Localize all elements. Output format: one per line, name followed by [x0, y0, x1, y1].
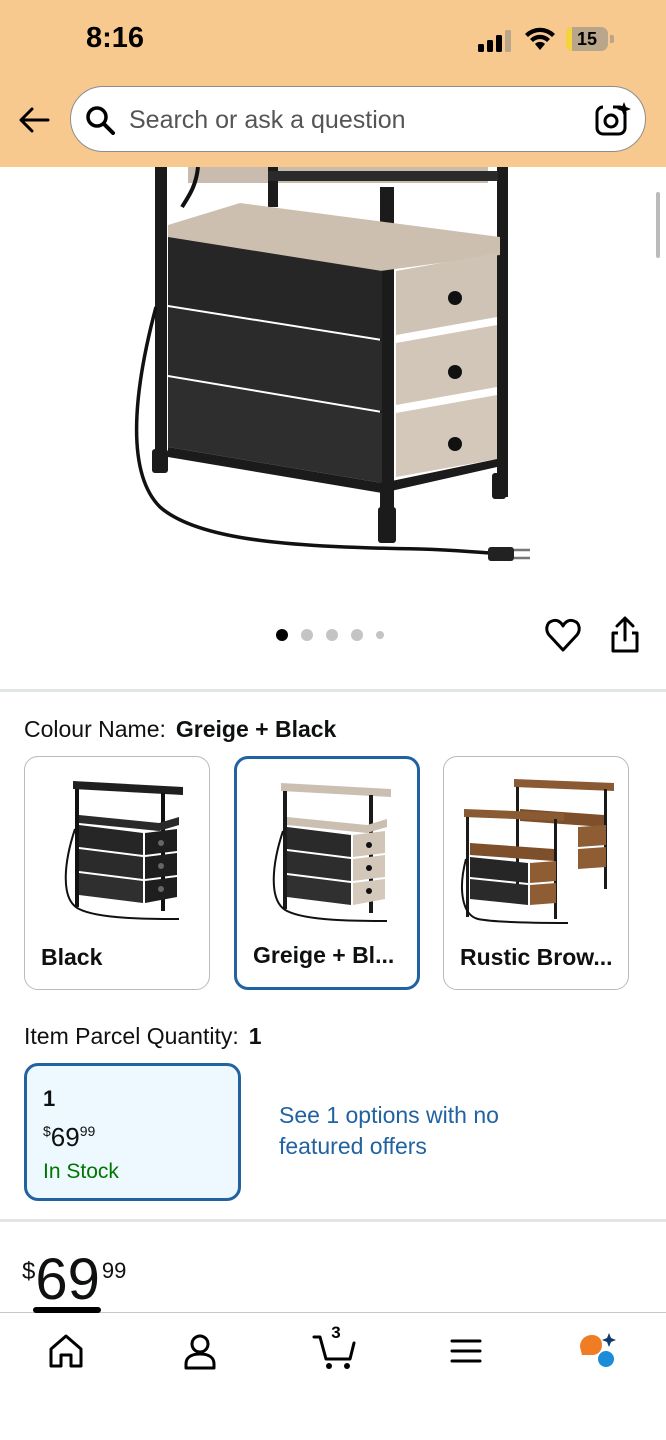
see-options-link[interactable]: See 1 options with no featured offers: [279, 1100, 539, 1162]
home-icon[interactable]: [46, 1331, 86, 1371]
status-time: 8:16: [86, 22, 145, 54]
app-header: 8:16 15 Search or ask a question: [0, 0, 666, 167]
product-image[interactable]: [0, 167, 666, 597]
black-nightstand-thumbnail: [64, 781, 183, 920]
colour-option-label: Rustic Brow...: [460, 944, 613, 970]
greige-nightstand-thumbnail: [272, 783, 391, 922]
quantity-option-price: $6999: [43, 1122, 96, 1152]
parcel-quantity-row: Item Parcel Quantity: 1: [24, 1023, 262, 1050]
colour-name-row: Colour Name: Greige + Black: [24, 716, 336, 743]
colour-option-label: Greige + Bl...: [253, 942, 395, 968]
pagination-dot[interactable]: [276, 629, 288, 641]
price-fraction: 99: [101, 1258, 127, 1283]
account-icon[interactable]: [180, 1331, 220, 1371]
camera-lens-icon[interactable]: [595, 101, 631, 137]
cellular-signal-icon: [478, 30, 511, 52]
section-divider: [0, 689, 666, 692]
share-icon[interactable]: [606, 616, 644, 654]
product-price: $ 69 99: [22, 1248, 126, 1312]
pagination-dot[interactable]: [351, 629, 363, 641]
parcel-quantity-label: Item Parcel Quantity:: [24, 1023, 239, 1049]
bottom-navigation: 3: [0, 1307, 666, 1440]
back-arrow-icon: [19, 107, 50, 133]
active-tab-indicator: [33, 1307, 101, 1313]
battery-icon: 15: [566, 27, 614, 51]
colour-option-greige-black[interactable]: Greige + Bl...: [234, 756, 420, 990]
quantity-option-card[interactable]: 1 $6999 In Stock: [24, 1063, 241, 1201]
search-input[interactable]: Search or ask a question: [129, 87, 406, 153]
pagination-dot[interactable]: [301, 629, 313, 641]
menu-icon[interactable]: [446, 1331, 486, 1371]
status-bar: 8:16 15: [0, 0, 666, 80]
stock-status: In Stock: [43, 1160, 119, 1183]
rustic-brown-nightstands-thumbnail: [461, 779, 614, 924]
colour-label: Colour Name:: [24, 716, 166, 742]
pagination-dot[interactable]: [376, 631, 384, 639]
colour-option-rustic-brown[interactable]: Rustic Brow...: [443, 756, 629, 990]
section-divider: [0, 1219, 666, 1222]
image-pagination-dots[interactable]: [276, 629, 384, 641]
cart-button[interactable]: 3: [312, 1323, 358, 1371]
battery-level: 15: [576, 29, 598, 49]
colour-selected-value: Greige + Black: [175, 716, 337, 742]
price-currency: $: [22, 1258, 36, 1285]
search-icon: [86, 106, 115, 135]
search-bar[interactable]: Search or ask a question: [70, 86, 646, 152]
rufus-assistant-icon[interactable]: [576, 1331, 616, 1371]
nightstand-photo: [134, 167, 530, 561]
colour-option-label: Black: [41, 944, 103, 970]
pagination-dot[interactable]: [326, 629, 338, 641]
wifi-icon: [525, 27, 555, 50]
price-whole: 69: [35, 1247, 100, 1312]
back-button[interactable]: [14, 100, 54, 140]
heart-icon[interactable]: [544, 616, 582, 654]
colour-option-black[interactable]: Black: [24, 756, 210, 990]
quantity-option-count: 1: [43, 1086, 56, 1111]
cart-count: 3: [331, 1323, 341, 1342]
parcel-quantity-value: 1: [248, 1023, 262, 1049]
scroll-indicator: [656, 192, 660, 258]
